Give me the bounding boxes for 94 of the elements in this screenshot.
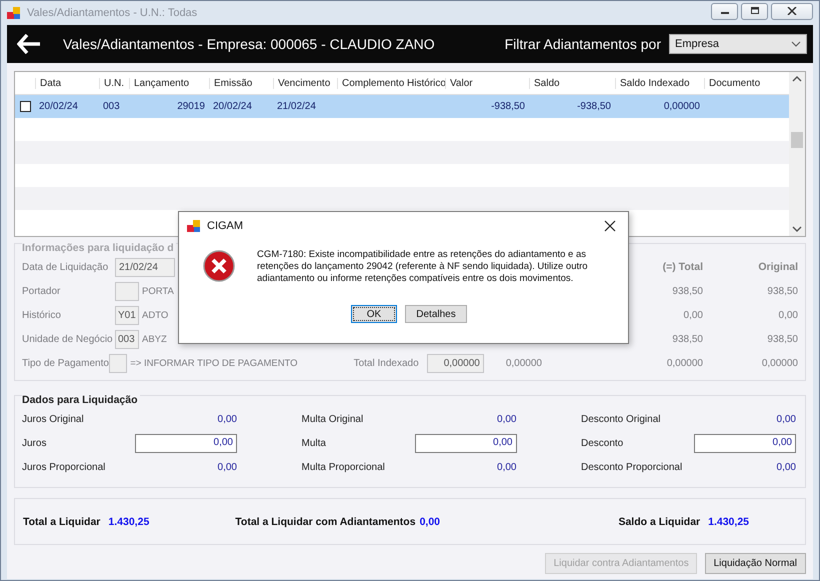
code-field[interactable]: 003 <box>115 330 139 348</box>
field-label: Histórico <box>22 310 62 320</box>
column-header[interactable]: Lançamento <box>129 78 209 88</box>
amount-value: 0,00 <box>497 414 516 424</box>
field-label: Unidade de Negócio <box>22 334 114 344</box>
amount-value: 938,50 <box>766 286 798 296</box>
close-button[interactable] <box>771 2 813 20</box>
field-description: ABYZ <box>142 334 167 344</box>
column-header[interactable]: Data <box>35 78 99 88</box>
filter-label: Filtrar Adiantamentos por <box>504 36 661 52</box>
total-value: 1.430,25 <box>708 516 749 528</box>
window-title: Vales/Adiantamentos - U.N.: Todas <box>27 7 198 19</box>
column-header: Original <box>757 261 798 273</box>
column-header: (=) Total <box>662 261 703 273</box>
total-label: Saldo a Liquidar <box>618 516 700 528</box>
action-button[interactable]: Liquidação Normal <box>704 553 806 574</box>
field-label: Data de Liquidação <box>22 262 110 272</box>
table-row[interactable]: 20/02/24 003 29019 20/02/24 21/02/24 -938,50 -938,50 0,00000 <box>15 95 789 118</box>
field-label: Multa <box>302 438 326 448</box>
field-label: Portador <box>22 286 62 296</box>
dialog-button[interactable]: Detalhes <box>405 305 467 323</box>
section-title: Dados para Liquidação <box>22 394 140 406</box>
field-label: Juros Original <box>22 414 84 424</box>
close-icon[interactable] <box>604 220 616 232</box>
input-field[interactable]: 0,00 <box>694 434 796 452</box>
header-title: Vales/Adiantamentos - Empresa: 000065 - CLAUDIO ZANO <box>63 36 435 52</box>
dialog-button[interactable]: OK <box>351 305 397 323</box>
table-cell-text: 20/02/24 <box>212 101 253 112</box>
dialog-title: CIGAM <box>207 220 244 232</box>
column-header[interactable]: U.N. <box>99 78 129 88</box>
field-description: => INFORMAR TIPO DE PAGAMENTO <box>130 358 298 368</box>
amount-value: 0,00 <box>776 462 796 472</box>
field-label: Juros <box>22 438 46 448</box>
maximize-icon <box>750 7 760 15</box>
column-header[interactable]: Complemento Histórico <box>337 78 445 88</box>
filter-dropdown[interactable]: Empresa <box>669 34 807 54</box>
field-label: Desconto Proporcional <box>581 462 682 472</box>
code-field[interactable]: Y01 <box>115 306 139 324</box>
amount-value: 0,00 <box>218 414 237 424</box>
amount-value: 0,00 <box>682 310 703 320</box>
chevron-down-icon <box>791 41 801 47</box>
row-checkbox[interactable] <box>20 101 30 112</box>
app-icon <box>187 219 201 233</box>
amount-value: 0,00 <box>497 462 516 472</box>
date-field[interactable]: 21/02/24 <box>115 258 175 276</box>
amount-value: 0,00000 <box>760 358 798 368</box>
amount-value: 938,50 <box>671 334 703 344</box>
column-header[interactable]: Vencimento <box>273 78 337 88</box>
amount-value: 0,00000 <box>666 358 703 368</box>
field-label: Multa Proporcional <box>302 462 385 472</box>
input-field[interactable]: 0,00 <box>135 434 237 452</box>
field-description: ADTO <box>142 310 168 320</box>
code-field[interactable] <box>108 354 128 372</box>
error-message: CGM-7180: Existe incompatibilidade entre as retenções do adiantamento e as retenções do lançamento 29042 (referente à NF sendo liquidada). Utilize outro adiantamento ou informe retenções compatíveis entre os dois movimentos. <box>257 249 589 285</box>
table-cell-text: -938,50 <box>490 101 526 112</box>
scroll-thumb[interactable] <box>791 132 803 148</box>
table-cell-text: 0,00000 <box>662 101 701 112</box>
column-header[interactable]: Valor <box>445 78 529 88</box>
scrollbar[interactable] <box>789 72 805 236</box>
table-cell-text: -938,50 <box>576 101 612 112</box>
section-title: Informações para liquidação d <box>22 242 176 254</box>
field-label: Tipo de Pagamento <box>22 358 109 368</box>
column-header[interactable]: Saldo <box>529 78 615 88</box>
table-cell-text: 21/02/24 <box>276 101 317 112</box>
back-arrow-icon[interactable] <box>17 34 41 54</box>
column-header[interactable]: Emissão <box>209 78 273 88</box>
total-indexed-field[interactable]: 0,00000 <box>426 354 484 372</box>
total-label: Total a Liquidar <box>23 516 100 528</box>
amount-value: 0,00000 <box>504 358 542 368</box>
table-cell-text: 29019 <box>176 101 206 112</box>
total-value: 1.430,25 <box>108 516 150 528</box>
error-icon <box>203 250 235 282</box>
total-value: 0,00 <box>420 516 440 528</box>
field-label: Multa Original <box>302 414 364 424</box>
field-label: Total Indexado <box>354 358 419 368</box>
code-field[interactable] <box>115 282 139 300</box>
field-label: Juros Proporcional <box>22 462 106 472</box>
field-label: Desconto <box>581 438 624 448</box>
close-icon <box>787 7 797 15</box>
maximize-button[interactable] <box>741 2 768 20</box>
amount-value: 0,00 <box>776 414 796 424</box>
minimize-button[interactable] <box>711 2 738 20</box>
amount-value: 0,00 <box>778 310 798 320</box>
field-label: Desconto Original <box>581 414 660 424</box>
amount-value: 938,50 <box>671 286 703 296</box>
input-field[interactable]: 0,00 <box>414 434 516 452</box>
amount-value: 938,50 <box>766 334 798 344</box>
table-cell-text: 003 <box>102 101 121 112</box>
amount-value: 0,00 <box>218 462 237 472</box>
total-label: Total a Liquidar com Adiantamentos <box>235 516 416 528</box>
field-description: PORTA <box>142 286 174 296</box>
app-icon <box>7 6 21 20</box>
column-header[interactable]: Saldo Indexado <box>615 78 704 88</box>
table-cell-text: 20/02/24 <box>38 101 79 112</box>
